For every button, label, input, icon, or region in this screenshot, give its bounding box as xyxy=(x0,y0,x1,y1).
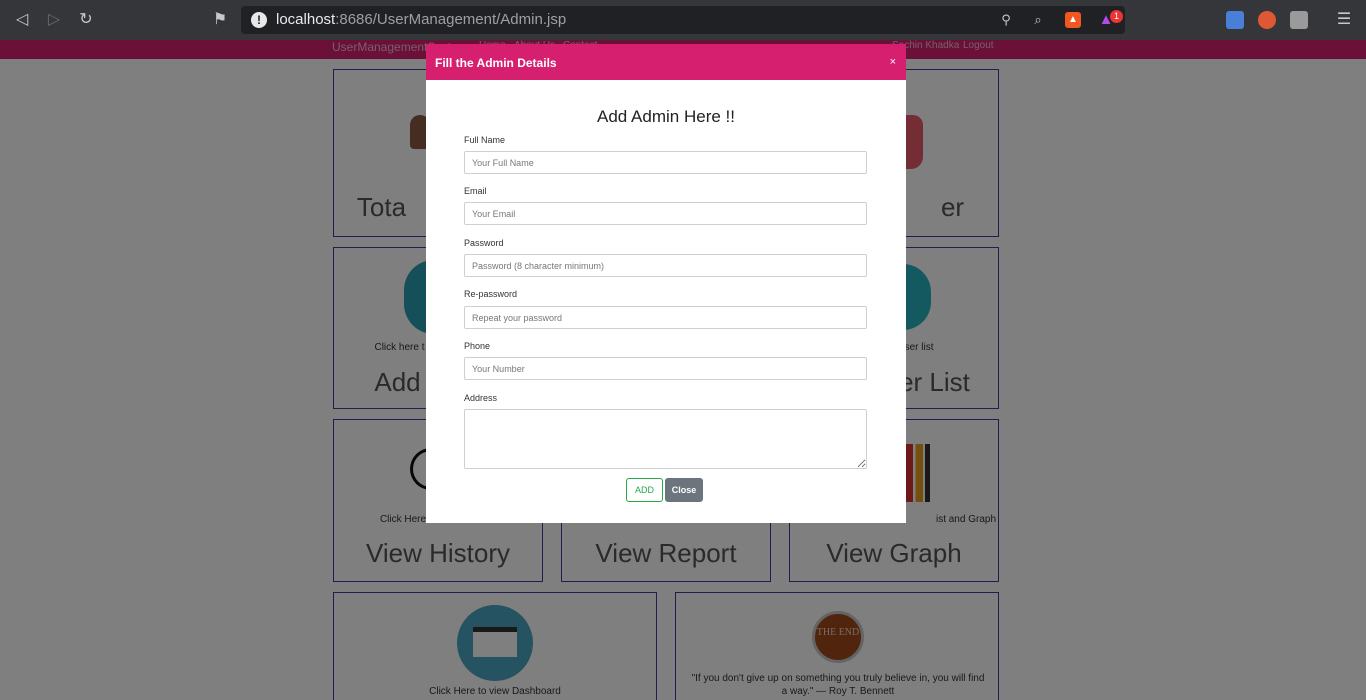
add-admin-modal: Fill the Admin Details × Add Admin Here … xyxy=(426,44,906,523)
phone-input[interactable] xyxy=(464,357,867,380)
repassword-label: Re-password xyxy=(464,289,518,299)
add-button[interactable]: ADD xyxy=(626,478,663,502)
key-icon[interactable]: ⚲ xyxy=(998,12,1014,28)
close-icon[interactable]: × xyxy=(890,56,896,68)
translate-extension-icon[interactable] xyxy=(1226,11,1244,29)
form-heading: Add Admin Here !! xyxy=(597,107,735,126)
url-path: :8686/UserManagement/Admin.jsp xyxy=(335,11,567,28)
url-host: localhost xyxy=(276,11,336,28)
modal-header: Fill the Admin Details × xyxy=(426,44,906,80)
site-info-icon[interactable]: ! xyxy=(251,12,267,28)
rewards-badge: 1 xyxy=(1110,10,1123,23)
address-label: Address xyxy=(464,393,498,403)
address-bar[interactable]: ! localhost:8686/UserManagement/Admin.js… xyxy=(241,6,1125,34)
email-label: Email xyxy=(464,186,487,196)
browser-toolbar: ◁ ▷ ↻ ⚑ ! localhost:8686/UserManagement/… xyxy=(0,0,1366,40)
modal-title: Fill the Admin Details xyxy=(435,56,557,70)
password-input[interactable] xyxy=(464,254,867,277)
repassword-input[interactable] xyxy=(464,306,867,329)
close-button[interactable]: Close xyxy=(665,478,703,502)
url-text: localhost:8686/UserManagement/Admin.jsp xyxy=(276,11,566,28)
menu-icon[interactable]: ☰ xyxy=(1334,10,1354,30)
password-label: Password xyxy=(464,238,504,248)
brave-shields-icon[interactable]: ▲ xyxy=(1065,12,1081,28)
full-name-input[interactable] xyxy=(464,151,867,174)
phone-label: Phone xyxy=(464,341,491,351)
forward-icon[interactable]: ▷ xyxy=(44,10,64,30)
bookmark-icon[interactable]: ⚑ xyxy=(210,10,230,30)
address-textarea[interactable] xyxy=(464,409,867,469)
extensions-icon[interactable] xyxy=(1290,11,1308,29)
duckduckgo-extension-icon[interactable] xyxy=(1258,11,1276,29)
email-input[interactable] xyxy=(464,202,867,225)
reload-icon[interactable]: ↻ xyxy=(76,10,96,30)
back-icon[interactable]: ◁ xyxy=(12,10,32,30)
full-name-label: Full Name xyxy=(464,135,506,145)
zoom-icon[interactable]: ⌕ xyxy=(1030,12,1046,28)
